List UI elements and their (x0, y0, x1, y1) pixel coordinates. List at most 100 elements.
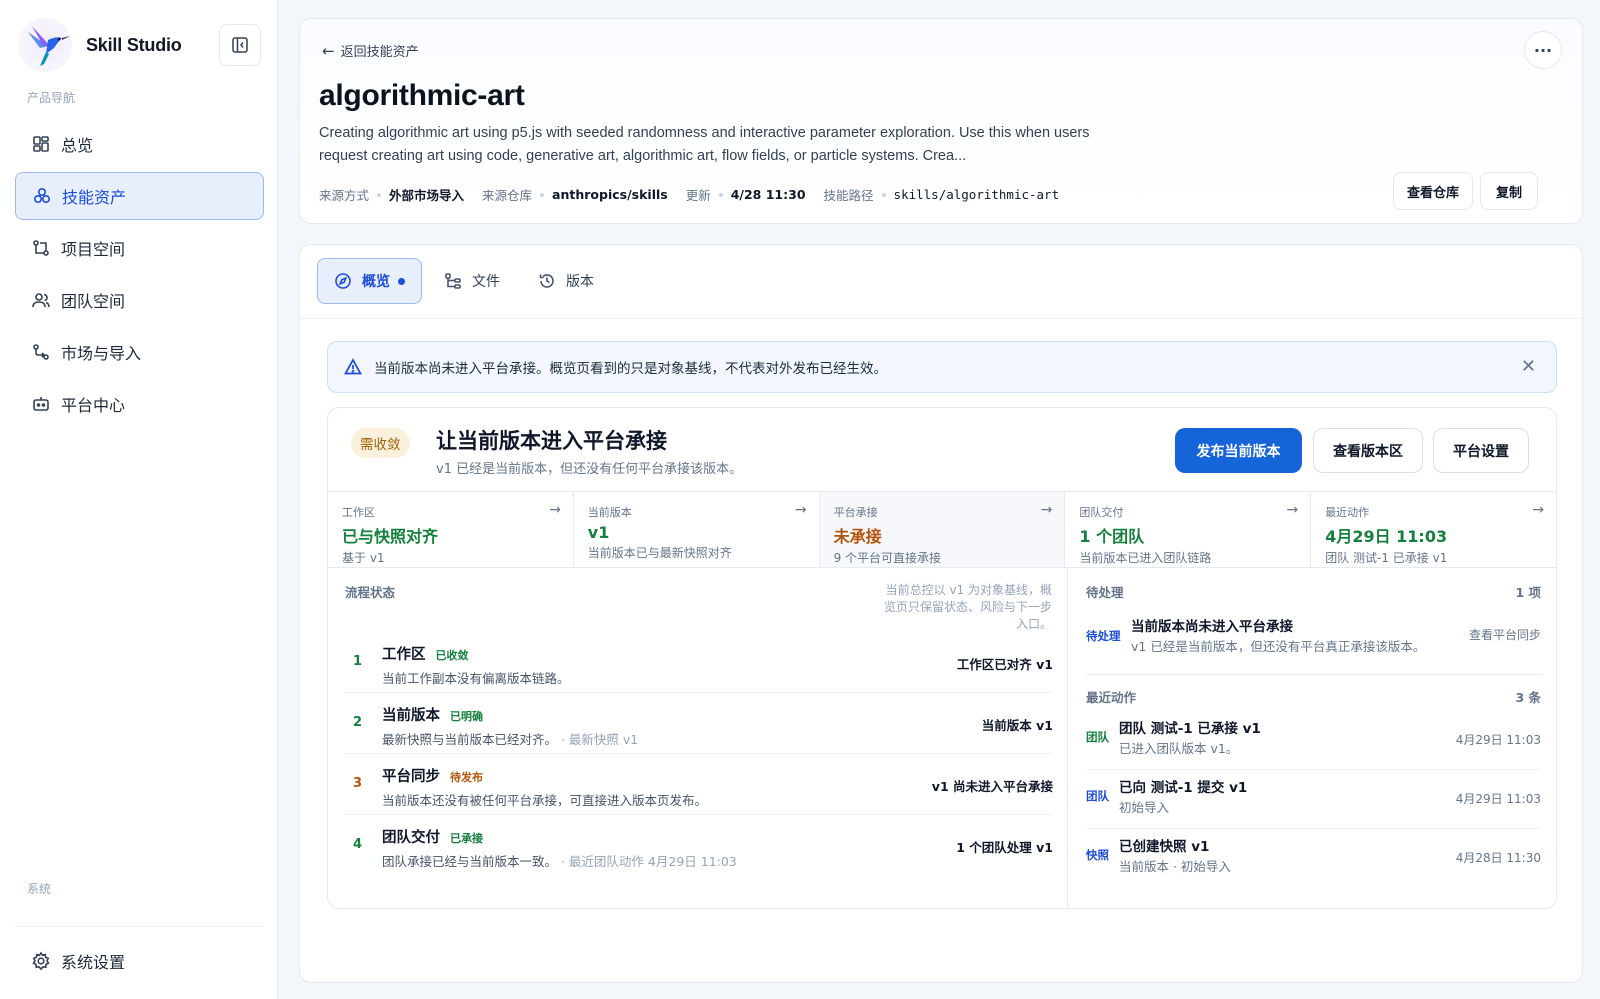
flow-step[interactable]: 2 当前版本 已明确 最新快照与当前版本已经对齐。 · 最新快照 v1 当前版本 … (345, 693, 1053, 754)
summary-subtitle: v1 已经是当前版本，但还没有任何平台承接该版本。 (436, 462, 743, 477)
step-status: 工作区已对齐 v1 (956, 657, 1053, 672)
sidebar-item-overview[interactable]: 总览 (15, 120, 264, 168)
flow-step[interactable]: 4 团队交付 已承接 团队承接已经与当前版本一致。 · 最近团队动作 4月29日 … (345, 815, 1053, 876)
sidebar-item-market[interactable]: 市场与导入 (15, 328, 264, 376)
pending-tag: 待处理 (1086, 629, 1121, 643)
arrow-left-icon: ← (322, 41, 335, 60)
stat-sub: 当前版本已进入团队链路 (1079, 551, 1212, 565)
recent-tag: 快照 (1086, 848, 1109, 862)
compass-icon (335, 273, 351, 289)
meta-separator (377, 192, 382, 197)
platform-settings-button[interactable]: 平台设置 (1433, 428, 1529, 473)
pending-count: 1 项 (1515, 585, 1541, 600)
stat-sub: 当前版本已与最新快照对齐 (587, 546, 732, 560)
stat-label: 团队交付 (1079, 506, 1124, 519)
stat-recent-action[interactable]: 最近动作 4月29日 11:03 团队 测试-1 已承接 v1 → (1311, 492, 1556, 567)
step-title: 工作区 已收敛 (382, 643, 469, 664)
stat-current-version[interactable]: 当前版本 v1 当前版本已与最新快照对齐 → (574, 492, 820, 567)
step-desc: 最新快照与当前版本已经对齐。 · 最新快照 v1 (382, 729, 638, 748)
flow-label: 流程状态 (345, 585, 396, 600)
meta-separator (540, 192, 545, 197)
active-dot (398, 277, 405, 285)
recent-header: 最近动作 3 条 (1086, 687, 1541, 706)
copy-button[interactable]: 复制 (1480, 172, 1538, 210)
platform-alert: 当前版本尚未进入平台承接。概览页看到的只是对象基线，不代表对外发布已经生效。 ✕ (327, 341, 1557, 393)
sidebar-item-settings[interactable]: 系统设置 (15, 937, 264, 985)
sidebar-item-skills[interactable]: 技能资产 (15, 172, 264, 220)
stat-label: 工作区 (342, 506, 375, 519)
sidebar-item-team[interactable]: 团队空间 (15, 276, 264, 324)
recent-time: 4月29日 11:03 (1455, 792, 1541, 806)
tab-overview[interactable]: 概览 (317, 258, 422, 304)
view-platform-sync-link[interactable]: 查看平台同步 (1469, 626, 1541, 643)
step-desc: 当前版本还没有被任何平台承接，可直接进入版本页发布。 (382, 790, 707, 809)
skills-icon (33, 187, 51, 204)
more-options-button[interactable]: ··· (1524, 31, 1562, 69)
sidebar-item-platform[interactable]: 平台中心 (15, 380, 264, 428)
divider (300, 318, 1582, 319)
step-status: 1 个团队处理 v1 (956, 840, 1053, 855)
sidebar-item-label: 市场与导入 (61, 344, 142, 363)
pending-title: 当前版本尚未进入平台承接 (1131, 619, 1293, 635)
recent-item[interactable]: 团队 团队 测试-1 已承接 v1 已进入团队版本 v1。 4月29日 11:0… (1086, 711, 1541, 770)
recent-title: 已创建快照 v1 (1119, 839, 1210, 855)
arrow-right-icon: → (549, 502, 561, 518)
stat-value: 1 个团队 (1079, 527, 1145, 546)
step-title-text: 工作区 (382, 647, 426, 663)
pending-label: 待处理 (1086, 585, 1124, 600)
recent-time: 4月28日 11:30 (1455, 851, 1541, 865)
skill-header: ← 返回技能资产 ··· algorithmic-art Creating al… (299, 18, 1583, 224)
step-tag: 已明确 (450, 710, 483, 723)
recent-item[interactable]: 团队 已向 测试-1 提交 v1 初始导入 4月29日 11:03 (1086, 770, 1541, 829)
stat-platform[interactable]: 平台承接 未承接 9 个平台可直接承接 → (819, 492, 1066, 567)
step-status: 当前版本 v1 (981, 718, 1053, 733)
flow-step[interactable]: 3 平台同步 待发布 当前版本还没有被任何平台承接，可直接进入版本页发布。 v1 … (345, 754, 1053, 815)
step-desc-muted: · 最新快照 v1 (557, 732, 639, 747)
summary-panel: 需收敛 让当前版本进入平台承接 v1 已经是当前版本，但还没有任何平台承接该版本… (327, 407, 1557, 909)
view-versions-button[interactable]: 查看版本区 (1313, 428, 1423, 473)
stat-sub: 9 个平台可直接承接 (833, 551, 942, 565)
back-link[interactable]: ← 返回技能资产 (322, 41, 419, 61)
page-title: algorithmic-art (319, 79, 525, 112)
collapse-sidebar-button[interactable] (219, 24, 261, 66)
step-title: 当前版本 已明确 (382, 704, 483, 725)
view-repo-button[interactable]: 查看仓库 (1393, 172, 1473, 210)
step-tag: 待发布 (450, 771, 483, 784)
recent-desc: 当前版本 · 初始导入 (1119, 859, 1231, 874)
tab-files[interactable]: 文件 (428, 258, 516, 304)
close-icon[interactable]: ✕ (1521, 356, 1536, 377)
sidebar-toggle-icon (232, 37, 248, 53)
recent-time: 4月29日 11:03 (1455, 733, 1541, 747)
tab-versions[interactable]: 版本 (522, 258, 610, 304)
flow-step[interactable]: 1 工作区 已收敛 当前工作副本没有偏离版本链路。 工作区已对齐 v1 (345, 632, 1053, 693)
meta-separator (718, 192, 723, 197)
stat-team-delivery[interactable]: 团队交付 1 个团队 当前版本已进入团队链路 → (1065, 492, 1312, 567)
sidebar: Skill Studio 产品导航 总览 技能资产 项目空间 团队空间 市场与导… (0, 0, 278, 999)
step-desc: 当前工作副本没有偏离版本链路。 (382, 668, 570, 687)
arrow-right-icon: → (1532, 502, 1544, 518)
sidebar-item-projects[interactable]: 项目空间 (15, 224, 264, 272)
skill-description: Creating algorithmic art using p5.js wit… (319, 125, 1090, 164)
recent-desc: 已进入团队版本 v1。 (1119, 741, 1239, 756)
stat-workspace[interactable]: 工作区 已与快照对齐 基于 v1 → (328, 492, 574, 567)
step-desc-text: 当前版本还没有被任何平台承接，可直接进入版本页发布。 (382, 793, 708, 808)
arrow-right-icon: → (794, 502, 807, 518)
stat-sub: 团队 测试-1 已承接 v1 (1325, 551, 1448, 565)
pending-item[interactable]: 待处理 当前版本尚未进入平台承接 v1 已经是当前版本，但还没有平台真正承接该版… (1086, 615, 1541, 675)
hummingbird-logo-icon (18, 18, 72, 72)
step-title: 平台同步 待发布 (382, 765, 483, 786)
main-panel: 概览 文件 版本 当前版本尚未进入平台承接。概览页看到的只是对象基线，不代表对外… (299, 244, 1583, 983)
step-title-text: 当前版本 (382, 708, 440, 724)
step-number: 1 (353, 654, 363, 669)
brand[interactable]: Skill Studio (18, 18, 182, 72)
recent-item[interactable]: 快照 已创建快照 v1 当前版本 · 初始导入 4月28日 11:30 (1086, 829, 1541, 888)
publish-current-version-button[interactable]: 发布当前版本 (1175, 428, 1302, 473)
step-number: 2 (353, 715, 363, 730)
meta-label: 技能路径 (823, 188, 874, 203)
meta-label: 来源方式 (319, 188, 370, 203)
recent-title: 团队 测试-1 已承接 v1 (1119, 721, 1261, 737)
meta-value-skill-path: skills/algorithmic-art (893, 187, 1060, 202)
sidebar-item-label: 平台中心 (61, 396, 126, 415)
meta-value-source-method: 外部市场导入 (389, 188, 465, 203)
stat-value: 未承接 (833, 527, 882, 546)
